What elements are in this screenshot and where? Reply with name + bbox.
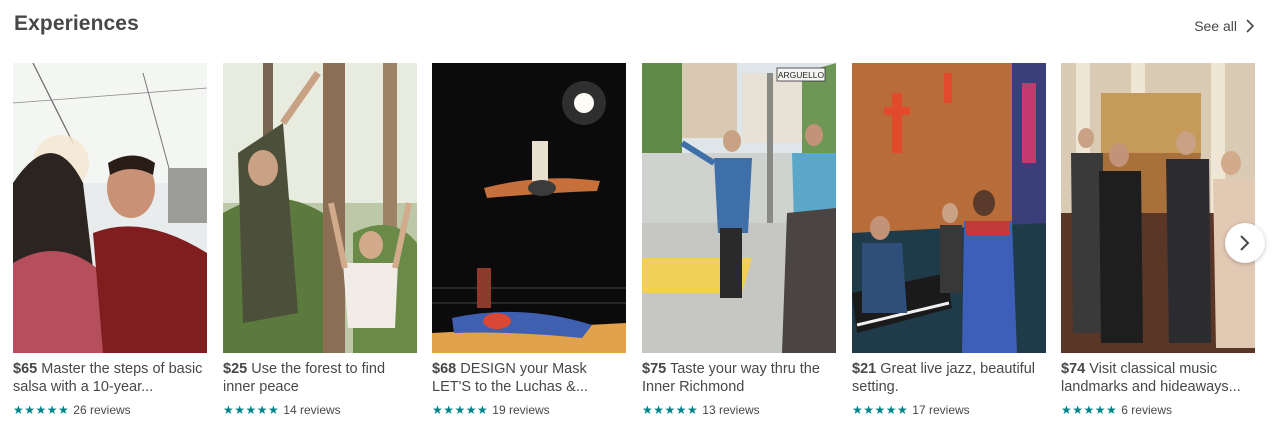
experience-title: DESIGN your Mask LET'S to the Luchas &..…: [432, 361, 588, 395]
experience-price: $25: [223, 361, 248, 377]
review-count: 26 reviews: [73, 403, 131, 417]
experience-price: $74: [1061, 361, 1086, 377]
experience-price: $21: [852, 361, 877, 377]
experience-title: Visit classical music landmarks and hide…: [1061, 361, 1241, 395]
experience-rating: ★★★★★ 6 reviews: [1061, 403, 1172, 417]
street-tour-photo: ARGUELLO: [642, 63, 836, 353]
experience-description: $21 Great live jazz, beautiful setting.: [852, 360, 1046, 396]
experience-rating: ★★★★★ 13 reviews: [642, 403, 760, 417]
see-all-label: See all: [1194, 18, 1237, 34]
chevron-right-icon: [1246, 19, 1255, 33]
experience-carousel: $65 Master the steps of basic salsa with…: [13, 63, 1275, 433]
live-jazz-photo: [852, 63, 1046, 353]
experience-photo[interactable]: [432, 63, 626, 353]
experience-photo[interactable]: ARGUELLO: [642, 63, 836, 353]
experience-title: Use the forest to find inner peace: [223, 361, 386, 395]
review-count: 14 reviews: [283, 403, 341, 417]
experience-price: $75: [642, 361, 667, 377]
classical-music-church-photo: [1061, 63, 1255, 353]
experience-photo[interactable]: [13, 63, 207, 353]
experience-description: $25 Use the forest to find inner peace: [223, 360, 417, 396]
review-count: 13 reviews: [702, 403, 760, 417]
experience-description: $74 Visit classical music landmarks and …: [1061, 360, 1255, 396]
star-icon: ★★★★★: [223, 403, 280, 417]
star-icon: ★★★★★: [432, 403, 489, 417]
experience-price: $68: [432, 361, 457, 377]
star-icon: ★★★★★: [1061, 403, 1118, 417]
experience-description: $75 Taste your way thru the Inner Richmo…: [642, 360, 836, 396]
experience-price: $65: [13, 361, 38, 377]
experience-rating: ★★★★★ 17 reviews: [852, 403, 970, 417]
section-header: Experiences See all: [14, 12, 1255, 42]
star-icon: ★★★★★: [642, 403, 699, 417]
experience-rating: ★★★★★ 19 reviews: [432, 403, 550, 417]
experience-photo[interactable]: [852, 63, 1046, 353]
forest-photo: [223, 63, 417, 353]
experience-title: Great live jazz, beautiful setting.: [852, 361, 1035, 395]
experience-description: $68 DESIGN your Mask LET'S to the Luchas…: [432, 360, 626, 396]
section-title: Experiences: [14, 12, 139, 35]
star-icon: ★★★★★: [852, 403, 909, 417]
experience-rating: ★★★★★ 26 reviews: [13, 403, 131, 417]
review-count: 17 reviews: [912, 403, 970, 417]
review-count: 19 reviews: [492, 403, 550, 417]
experience-rating: ★★★★★ 14 reviews: [223, 403, 341, 417]
review-count: 6 reviews: [1121, 403, 1172, 417]
lucha-libre-photo: [432, 63, 626, 353]
star-icon: ★★★★★: [13, 403, 70, 417]
experience-title: Master the steps of basic salsa with a 1…: [13, 361, 203, 395]
salsa-dancers-photo: [13, 63, 207, 353]
carousel-next-button[interactable]: [1225, 223, 1265, 263]
see-all-link[interactable]: See all: [1194, 18, 1255, 34]
street-sign-text: ARGUELLO: [778, 70, 825, 80]
experience-title: Taste your way thru the Inner Richmond: [642, 361, 820, 395]
experience-description: $65 Master the steps of basic salsa with…: [13, 360, 207, 396]
chevron-right-icon: [1240, 235, 1250, 251]
experience-photo[interactable]: [1061, 63, 1255, 353]
experience-photo[interactable]: [223, 63, 417, 353]
